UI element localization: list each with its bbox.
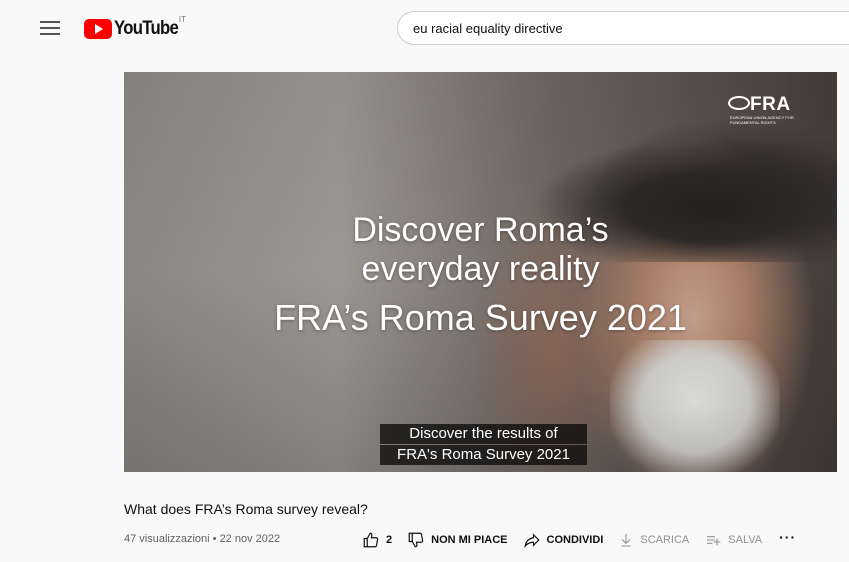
fra-logo: FRA EUROPEAN UNION AGENCY FOR FUNDAMENTA… [728, 94, 814, 125]
youtube-logo-icon [84, 19, 112, 39]
video-title: What does FRA’s Roma survey reveal? [124, 501, 368, 517]
fra-logo-word: FRA [750, 94, 791, 115]
save-button[interactable]: SALVA [704, 532, 762, 548]
video-overlay-line: everyday reality [361, 250, 600, 288]
video-overlay-line: Discover Roma’s [352, 211, 609, 249]
download-label: SCARICA [640, 534, 690, 546]
like-icon [363, 532, 379, 548]
search-box[interactable] [397, 11, 849, 45]
top-bar: YouTube IT [0, 0, 849, 56]
youtube-logo[interactable]: YouTube IT [84, 15, 186, 41]
dislike-icon [408, 532, 424, 548]
save-label: SALVA [728, 534, 763, 546]
caption-line: FRA's Roma Survey 2021 [380, 445, 587, 465]
share-label: CONDIVIDI [546, 534, 604, 546]
caption-line: Discover the results of [380, 424, 587, 444]
dislike-button[interactable]: NON MI PIACE [407, 531, 508, 549]
logo-text: YouTube [114, 18, 179, 39]
download-button[interactable]: SCARICA [618, 532, 689, 548]
like-count: 2 [386, 534, 393, 546]
fra-logo-subtitle: EUROPEAN UNION AGENCY FOR FUNDAMENTAL RI… [730, 115, 794, 125]
video-overlay-line: FRA’s Roma Survey 2021 [274, 297, 687, 338]
save-playlist-icon [707, 536, 721, 546]
country-code: IT [178, 15, 186, 24]
fra-logo-icon [728, 96, 750, 110]
like-button[interactable]: 2 [362, 531, 392, 549]
share-icon [523, 533, 540, 549]
dislike-label: NON MI PIACE [431, 534, 508, 546]
video-player[interactable]: FRA EUROPEAN UNION AGENCY FOR FUNDAMENTA… [124, 72, 837, 472]
download-icon [621, 534, 632, 547]
video-meta: 47 visualizzazioni • 22 nov 2022 [124, 533, 281, 545]
menu-icon[interactable] [38, 18, 62, 38]
more-icon[interactable]: ··· [779, 529, 796, 545]
share-button[interactable]: CONDIVIDI [523, 531, 604, 549]
action-bar: 2 NON MI PIACE CONDIVIDI SCARICA SALVA ·… [362, 529, 796, 551]
search-input[interactable] [411, 20, 835, 37]
